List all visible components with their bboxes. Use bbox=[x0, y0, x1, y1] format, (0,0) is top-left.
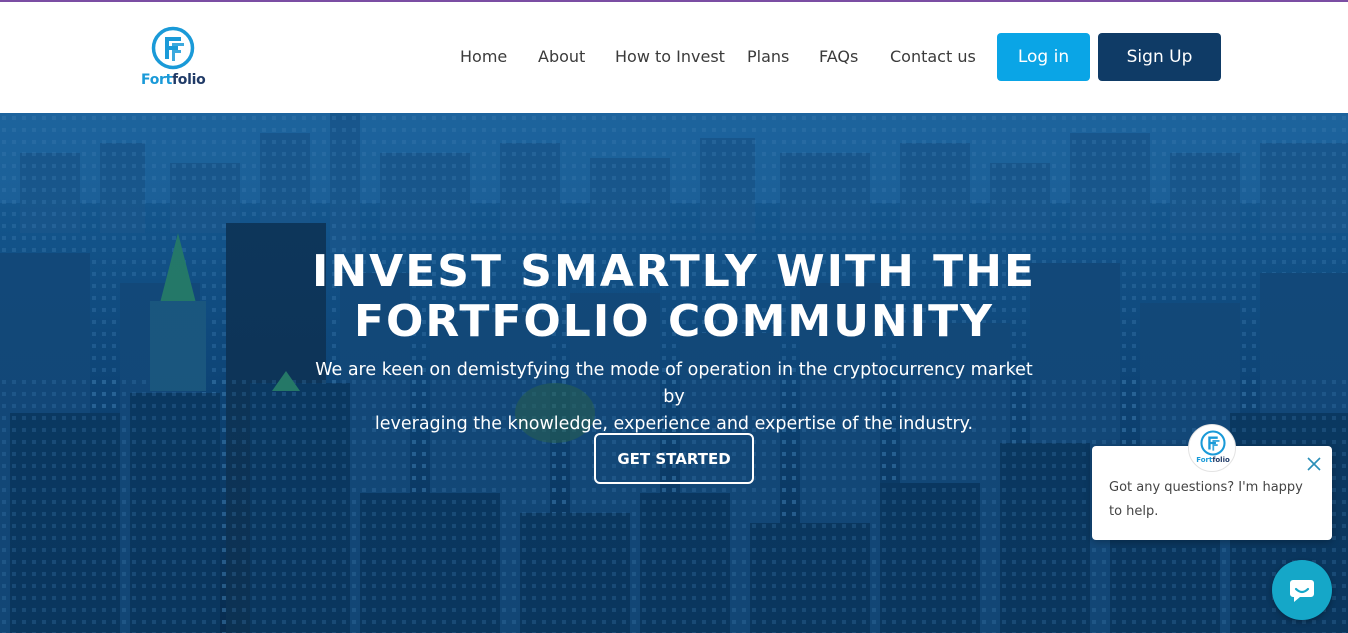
nav-how-to-invest[interactable]: How to Invest bbox=[615, 47, 725, 67]
nav-contact-us[interactable]: Contact us bbox=[890, 47, 976, 67]
chat-message: Got any questions? I'm happy to help. bbox=[1109, 480, 1303, 519]
brand-wordmark: Fortfolio bbox=[141, 72, 206, 88]
brand-name-part1: Fort bbox=[141, 72, 173, 88]
chat-launcher-button[interactable] bbox=[1272, 560, 1332, 620]
nav-about[interactable]: About bbox=[538, 47, 585, 67]
nav-faqs[interactable]: FAQs bbox=[819, 47, 858, 67]
nav-home[interactable]: Home bbox=[460, 47, 507, 67]
close-icon[interactable] bbox=[1305, 455, 1323, 473]
signup-button[interactable]: Sign Up bbox=[1098, 33, 1221, 81]
hero-title-line2: FORTFOLIO COMMUNITY bbox=[353, 296, 995, 347]
chat-avatar-part2: folio bbox=[1212, 456, 1230, 464]
hero-title-line1: INVEST SMARTLY WITH THE bbox=[311, 246, 1037, 297]
chat-icon bbox=[1290, 580, 1314, 602]
chat-avatar-wordmark: Fortfolio bbox=[1189, 456, 1237, 464]
site-header: Fortfolio Home About How to Invest Plans… bbox=[0, 2, 1348, 113]
brand-name-part2: folio bbox=[172, 72, 206, 88]
chat-agent-avatar: Fortfolio bbox=[1188, 424, 1236, 472]
hero-title: INVEST SMARTLY WITH THE FORTFOLIO COMMUN… bbox=[274, 247, 1074, 347]
logo-icon bbox=[151, 26, 195, 70]
hero-section: INVEST SMARTLY WITH THE FORTFOLIO COMMUN… bbox=[0, 113, 1348, 633]
hero-subtitle-line1: We are keen on demistyfying the mode of … bbox=[315, 360, 1033, 407]
brand-logo[interactable]: Fortfolio bbox=[141, 24, 206, 94]
hero-subtitle: We are keen on demistyfying the mode of … bbox=[304, 357, 1044, 438]
chat-avatar-part1: Fort bbox=[1196, 456, 1213, 464]
nav-plans[interactable]: Plans bbox=[747, 47, 789, 67]
get-started-button[interactable]: GET STARTED bbox=[594, 433, 754, 484]
login-button[interactable]: Log in bbox=[997, 33, 1090, 81]
chat-logo-icon bbox=[1200, 430, 1226, 456]
